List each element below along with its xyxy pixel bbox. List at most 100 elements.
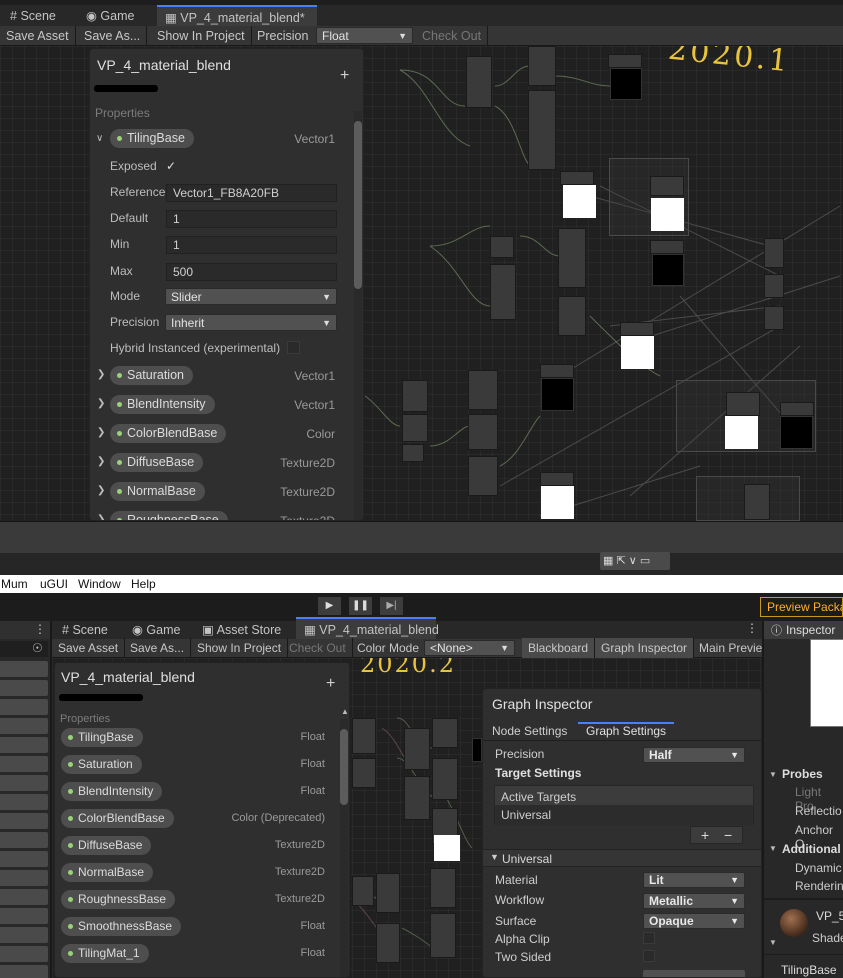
tab-shadergraph[interactable]: ▦ VP_4_material_blend* [157,5,317,27]
property-roughnessbase[interactable]: RoughnessBase Texture2D [55,890,335,910]
add-target-button[interactable]: + [701,827,709,843]
expand-icon[interactable]: ⇱ [616,555,625,567]
save-asset-button[interactable]: Save Asset [52,638,126,658]
blackboard-scrollbar[interactable] [340,729,348,805]
menu-item-mum[interactable]: Mum [1,575,28,593]
more-options-icon[interactable]: ⋮ [746,621,758,635]
property-pill[interactable]: Saturation [61,755,142,774]
property-pill[interactable]: SmoothnessBase [61,917,182,936]
graph-node[interactable] [540,472,574,486]
graph-node[interactable] [490,264,516,320]
property-normalbase[interactable]: ❯ NormalBase Texture2D [90,482,352,502]
preview-packages-button[interactable]: Preview Packa [760,597,843,617]
menu-item-ugui[interactable]: uGUI [40,575,68,593]
graph-node[interactable] [560,171,594,185]
hierarchy-item[interactable] [0,699,48,715]
chevron-right-icon[interactable]: ❯ [97,456,105,467]
graph-node[interactable] [402,414,428,442]
graph-node[interactable] [432,758,458,800]
tab-shadergraph[interactable]: ▦ VP_4_material_blend [296,617,439,639]
scene-view-tools[interactable]: ▦ ⇱ ∨ ▭ [600,552,670,570]
property-pill[interactable]: NormalBase [61,863,154,882]
active-target-item[interactable]: Universal [495,805,753,825]
hierarchy-item[interactable] [0,756,48,772]
save-as-button[interactable]: Save As... [78,26,148,46]
hierarchy-item[interactable] [0,889,48,905]
save-asset-button[interactable]: Save Asset [0,26,76,46]
property-pill[interactable]: TilingBase [61,728,143,747]
graph-node[interactable] [376,923,400,963]
property-pill[interactable]: ColorBlendBase [61,809,174,828]
graph-node[interactable] [430,913,456,958]
show-in-project-button[interactable]: Show In Project [191,638,289,658]
reference-field[interactable]: Vector1_FB8A20FB [166,184,337,202]
graph-node[interactable] [620,322,654,336]
precision-dropdown[interactable]: Half ▼ [643,747,745,763]
chevron-right-icon[interactable]: ❯ [97,485,105,496]
graph-node[interactable] [764,306,784,330]
hierarchy-item[interactable] [0,680,48,696]
property-tilingbase[interactable]: ∨ TilingBase Vector1 [90,129,352,149]
graph-node[interactable] [558,228,586,288]
graph-node[interactable] [490,236,514,258]
property-pill[interactable]: DiffuseBase [61,836,152,855]
hierarchy-item[interactable] [0,946,48,962]
active-targets-list[interactable]: Active Targets Universal [494,785,754,825]
search-target-icon[interactable]: ☉ [32,641,43,655]
graph-inspector[interactable]: Graph Inspector Node Settings Graph Sett… [482,688,762,978]
default-field[interactable]: 1 [166,210,337,228]
property-pill[interactable]: Saturation [110,366,193,385]
add-property-button[interactable]: + [326,675,335,693]
graph-node[interactable] [404,776,430,820]
graph-node[interactable] [468,414,498,450]
property-diffusebase[interactable]: ❯ DiffuseBase Texture2D [90,453,352,473]
tab-game[interactable]: ◉ Game [78,5,142,27]
color-mode-dropdown[interactable]: <None> ▼ [424,640,515,656]
property-smoothnessbase[interactable]: SmoothnessBase Float [55,917,335,937]
graph-node[interactable] [608,54,642,68]
property-pill[interactable]: TilingBase [110,129,194,148]
material-dropdown[interactable]: Lit ▼ [643,872,745,888]
workflow-dropdown[interactable]: Metallic ▼ [643,893,745,909]
max-field[interactable]: 500 [166,263,337,281]
graph-node[interactable] [468,456,498,496]
mode-dropdown[interactable]: Slider ▼ [165,288,337,305]
graph-node[interactable] [402,444,424,462]
hierarchy-item[interactable] [0,813,48,829]
property-pill[interactable]: NormalBase [110,482,205,501]
hierarchy-item[interactable] [0,661,48,677]
graph-node[interactable] [744,484,770,520]
blackboard-toggle[interactable]: Blackboard [522,638,596,658]
grid-icon[interactable]: ▦ [603,555,613,567]
property-blendintensity[interactable]: ❯ BlendIntensity Vector1 [90,395,352,415]
menu-item-window[interactable]: Window [78,575,121,593]
step-button[interactable]: ▶| [380,597,403,615]
show-in-project-button[interactable]: Show In Project [151,26,252,46]
property-colorblendbase[interactable]: ❯ ColorBlendBase Color [90,424,352,444]
chevron-down-icon[interactable]: ∨ [96,133,103,144]
remove-target-button[interactable]: − [724,827,732,843]
scroll-up-arrow-icon[interactable]: ▲ [341,707,349,716]
hierarchy-item[interactable] [0,870,48,886]
save-as-button[interactable]: Save As... [124,638,192,658]
chevron-right-icon[interactable]: ❯ [97,514,105,520]
min-field[interactable]: 1 [166,236,337,254]
graph-node[interactable] [780,402,814,416]
universal-section-header[interactable]: ▼ Universal [483,849,761,867]
graph-node[interactable] [466,56,492,108]
hierarchy-item[interactable] [0,737,48,753]
add-property-button[interactable]: + [340,67,349,85]
hierarchy-item[interactable] [0,851,48,867]
precision-dropdown[interactable]: Float ▼ [316,27,413,44]
pause-button[interactable]: ❚❚ [349,597,372,615]
property-normalbase[interactable]: NormalBase Texture2D [55,863,335,883]
two-sided-checkbox[interactable] [643,950,655,962]
graph-node[interactable] [430,868,456,908]
graph-node[interactable] [528,90,556,170]
graph-node[interactable] [402,380,428,412]
graph-node[interactable] [352,758,376,788]
chevron-down-icon[interactable]: ▼ [769,938,777,947]
hierarchy-item[interactable] [0,965,48,978]
chevron-down-icon[interactable]: ▼ [769,844,777,853]
hierarchy-item[interactable] [0,927,48,943]
